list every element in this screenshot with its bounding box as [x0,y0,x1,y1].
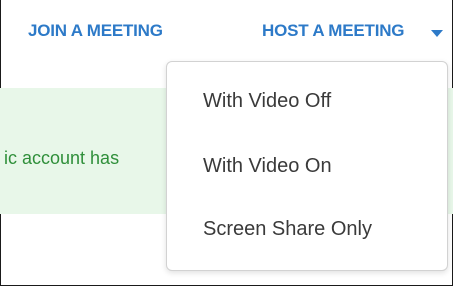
menu-item-video-on[interactable]: With Video On [203,155,332,178]
banner-message: ic account has [4,148,120,168]
join-meeting-link[interactable]: JOIN A MEETING [28,21,163,41]
host-meeting-dropdown: With Video Off With Video On Screen Shar… [166,61,448,271]
chevron-down-icon[interactable] [431,30,443,37]
menu-item-screen-share-only[interactable]: Screen Share Only [203,218,372,241]
menu-item-video-off[interactable]: With Video Off [203,90,331,113]
top-nav: JOIN A MEETING HOST A MEETING [0,0,453,62]
host-meeting-link[interactable]: HOST A MEETING [262,21,405,41]
